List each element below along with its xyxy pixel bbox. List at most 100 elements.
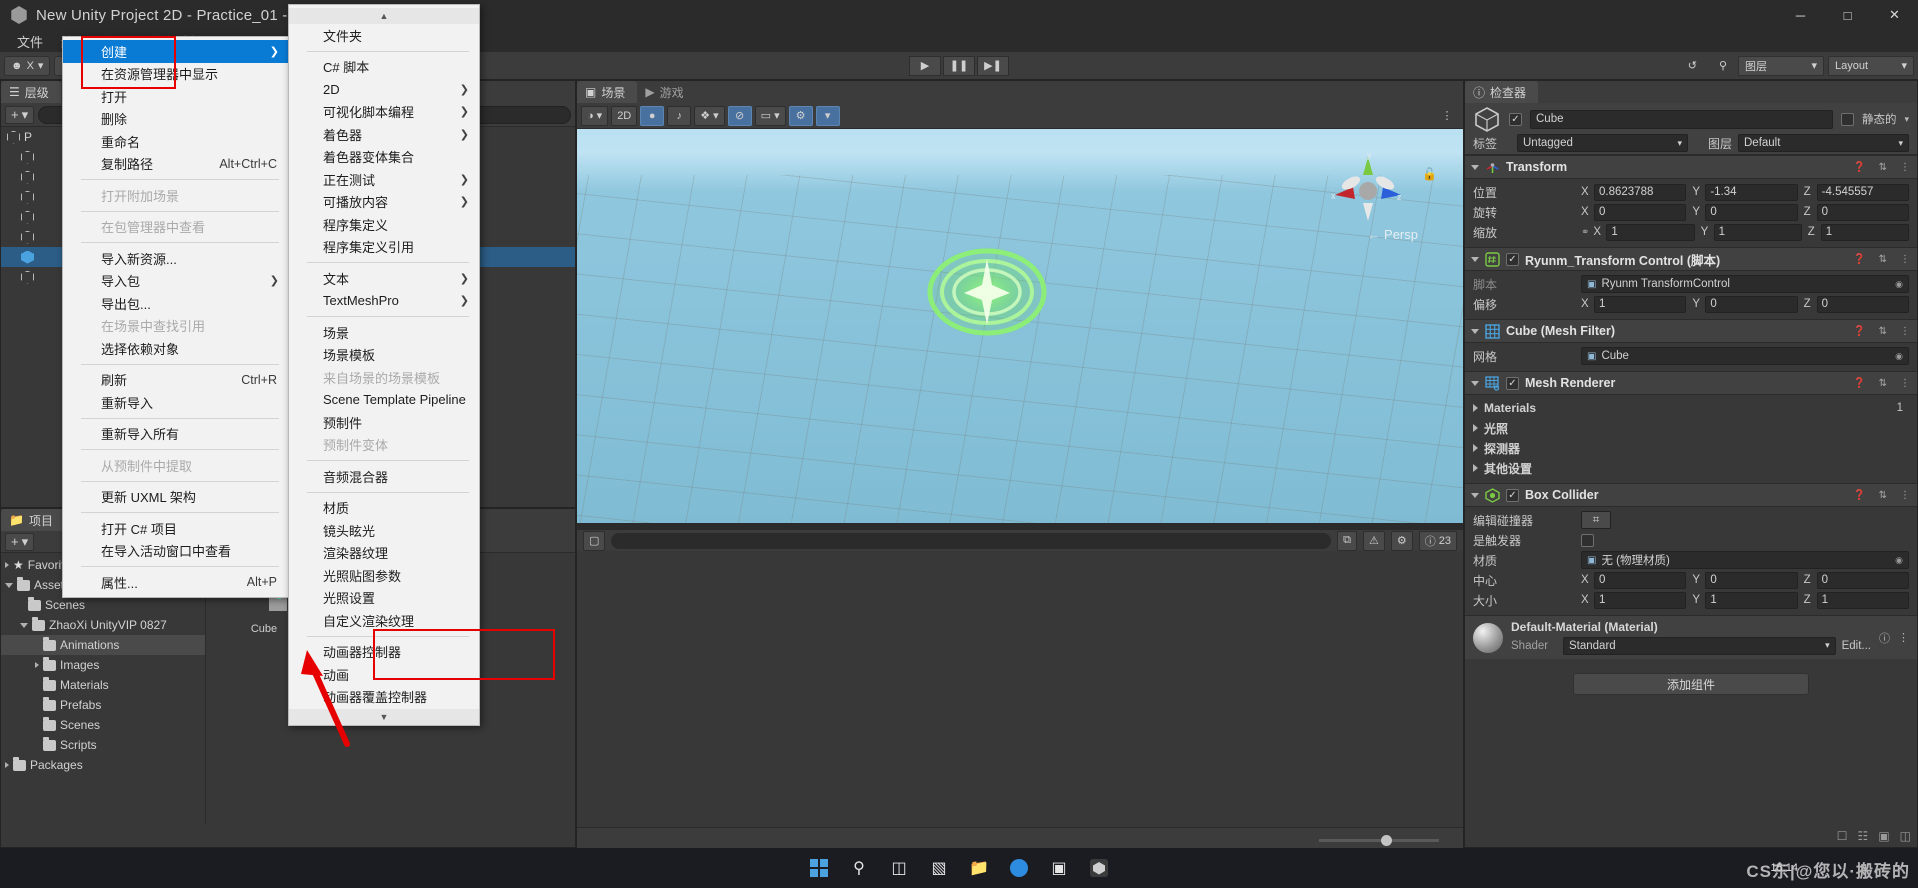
component-header[interactable]: ✓ Mesh Renderer ❓ ⇅ ⋮: [1465, 371, 1917, 395]
console-zoom-slider[interactable]: [1319, 835, 1439, 846]
tag-dropdown[interactable]: Untagged ▾: [1517, 134, 1688, 152]
menu-item[interactable]: 更新 UXML 架构: [63, 486, 289, 509]
component-menu-icon[interactable]: ⋮: [1900, 254, 1910, 265]
scene-orientation-gizmo[interactable]: y x z: [1331, 151, 1405, 225]
menu-item[interactable]: 2D ❯: [289, 78, 479, 101]
slider-knob[interactable]: [1381, 835, 1392, 846]
object-picker-icon[interactable]: ◉: [1895, 555, 1903, 566]
menu-item[interactable]: 删除: [63, 108, 289, 131]
tab-scene[interactable]: ▣ 场景: [577, 81, 638, 103]
menu-item[interactable]: 光照贴图参数: [289, 564, 479, 587]
static-checkbox[interactable]: [1840, 112, 1854, 126]
axis-input-x[interactable]: 0.8623788: [1594, 183, 1687, 201]
chevron-right-icon[interactable]: [1473, 464, 1478, 472]
project-tree-row[interactable]: Animations: [1, 635, 205, 655]
component-help-icon[interactable]: ❓: [1853, 162, 1865, 173]
chevron-down-icon[interactable]: [5, 582, 13, 588]
menu-item[interactable]: 预制件: [289, 411, 479, 434]
layers-dropdown[interactable]: 图层 ▾: [1738, 55, 1824, 76]
axis-input-z[interactable]: 0: [1816, 203, 1909, 221]
console-body[interactable]: [577, 551, 1463, 853]
chevron-down-icon[interactable]: [1471, 256, 1479, 262]
menu-item[interactable]: C# 脚本: [289, 56, 479, 79]
component-enabled-checkbox[interactable]: ✓: [1506, 488, 1519, 502]
object-picker-icon[interactable]: ◉: [1895, 279, 1903, 290]
menu-item[interactable]: 镜头眩光: [289, 519, 479, 542]
minimize-button[interactable]: ─: [1777, 0, 1824, 30]
axis-input-y[interactable]: 0: [1705, 295, 1798, 313]
material-help-icon[interactable]: ⓘ: [1879, 630, 1890, 646]
scene-lock-icon[interactable]: 🔓: [1422, 167, 1437, 181]
project-tree-row[interactable]: Scenes: [1, 715, 205, 735]
component-help-icon[interactable]: ❓: [1853, 254, 1865, 265]
tab-inspector[interactable]: ⓘ 检查器: [1465, 81, 1539, 103]
component-enabled-checkbox[interactable]: ✓: [1506, 376, 1519, 390]
toggle-audio-button[interactable]: ♪: [667, 105, 692, 126]
chevron-right-icon[interactable]: [5, 762, 9, 768]
project-tree-row[interactable]: Images: [1, 655, 205, 675]
project-tree-row[interactable]: Scripts: [1, 735, 205, 755]
shader-dropdown[interactable]: Standard ▾: [1563, 636, 1836, 655]
menu-item[interactable]: 打开 C# 项目: [63, 517, 289, 540]
axis-input-y[interactable]: -1.34: [1705, 183, 1798, 201]
project-tree-row[interactable]: Prefabs: [1, 695, 205, 715]
axis-input-y[interactable]: 1: [1713, 223, 1802, 241]
axis-input-x[interactable]: 0: [1594, 571, 1687, 589]
component-help-icon[interactable]: ❓: [1853, 490, 1865, 501]
menu-item[interactable]: 导出包...: [63, 292, 289, 315]
axis-input-z[interactable]: 1: [1816, 591, 1909, 609]
preview-layers-icon[interactable]: ☷: [1858, 829, 1869, 843]
chevron-down-icon[interactable]: [1471, 492, 1479, 498]
console-log-count[interactable]: ⓘ 23: [1418, 530, 1457, 551]
scene-projection-label[interactable]: ← Persp: [1367, 227, 1418, 242]
toggle-hidden-objects-button[interactable]: ⊘: [727, 105, 752, 126]
menu-item[interactable]: 场景: [289, 321, 479, 344]
menu-item[interactable]: 材质: [289, 497, 479, 520]
pause-button[interactable]: ❚❚: [943, 55, 975, 76]
component-preset-icon[interactable]: ⇅: [1879, 162, 1887, 173]
chevron-right-icon[interactable]: [35, 662, 39, 668]
menu-item[interactable]: 文件夹: [289, 24, 479, 47]
component-header[interactable]: Cube (Mesh Filter) ❓ ⇅ ⋮: [1465, 319, 1917, 343]
menu-item[interactable]: 在资源管理器中显示: [63, 63, 289, 86]
scroll-up-arrow[interactable]: ▲: [289, 8, 479, 24]
menu-item[interactable]: 音频混合器: [289, 465, 479, 488]
store-icon[interactable]: ▣: [1043, 852, 1075, 884]
component-menu-icon[interactable]: ⋮: [1900, 490, 1910, 501]
shader-edit-button[interactable]: Edit...: [1842, 640, 1871, 652]
component-enabled-checkbox[interactable]: ✓: [1506, 252, 1519, 266]
toggle-lighting-button[interactable]: ●: [640, 105, 665, 126]
console-search-input[interactable]: [611, 532, 1332, 549]
menu-item[interactable]: 打开: [63, 85, 289, 108]
scene-viewport[interactable]: y x z ← Persp 🔓: [577, 129, 1463, 523]
menu-item[interactable]: 光照设置: [289, 587, 479, 610]
search-icon[interactable]: ⚲: [1711, 55, 1734, 76]
menu-item[interactable]: 复制路径 Alt+Ctrl+C: [63, 153, 289, 176]
project-tree-row[interactable]: Packages: [1, 755, 205, 775]
axis-input-y[interactable]: 1: [1705, 591, 1798, 609]
axis-input-z[interactable]: 0: [1816, 295, 1909, 313]
component-help-icon[interactable]: ❓: [1853, 326, 1865, 337]
tab-game[interactable]: ▶ 游戏: [637, 81, 696, 103]
account-button[interactable]: ☻ X ▾: [4, 55, 51, 76]
taskview-icon[interactable]: ◫: [883, 852, 915, 884]
project-tree-row[interactable]: ZhaoXi UnityVIP 0827: [1, 615, 205, 635]
camera-settings-button[interactable]: ▭ ▾: [754, 105, 786, 126]
edge-icon[interactable]: [1003, 852, 1035, 884]
menu-item[interactable]: 正在测试 ❯: [289, 168, 479, 191]
axis-input-z[interactable]: -4.545557: [1816, 183, 1909, 201]
object-reference-field[interactable]: ▣ Ryunm TransformControl ◉: [1581, 275, 1909, 293]
close-button[interactable]: ✕: [1871, 0, 1918, 30]
object-reference-field[interactable]: ▣ 无 (物理材质) ◉: [1581, 551, 1909, 569]
preview-toggle-icon[interactable]: ☐: [1837, 829, 1848, 843]
chevron-right-icon[interactable]: [1473, 424, 1478, 432]
chevron-right-icon[interactable]: [1473, 404, 1478, 412]
menu-item[interactable]: 刷新 Ctrl+R: [63, 369, 289, 392]
undo-history-button[interactable]: ↺: [1680, 55, 1704, 76]
menu-item[interactable]: 在导入活动窗口中查看: [63, 540, 289, 563]
component-help-icon[interactable]: ❓: [1853, 378, 1865, 389]
menu-item[interactable]: 导入包 ❯: [63, 270, 289, 293]
chevron-right-icon[interactable]: [1473, 444, 1478, 452]
component-preset-icon[interactable]: ⇅: [1879, 490, 1887, 501]
clear-console-button[interactable]: ▢: [583, 530, 606, 551]
